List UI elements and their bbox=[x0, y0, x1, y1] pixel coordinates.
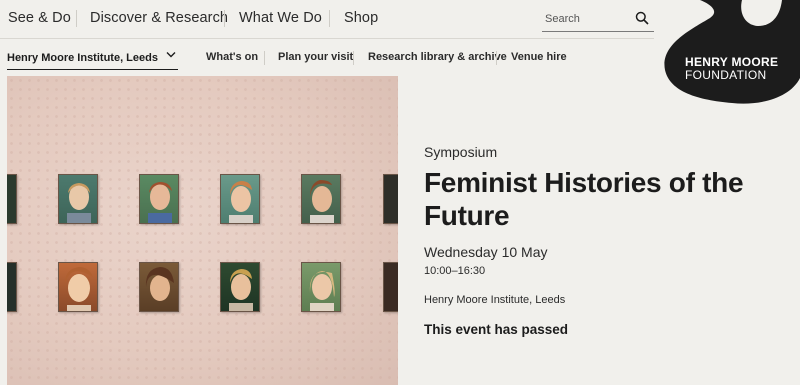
nav-divider bbox=[76, 10, 77, 27]
venue-navigation: Henry Moore Institute, Leeds What's on P… bbox=[0, 42, 640, 72]
nav-discover-research[interactable]: Discover & Research bbox=[90, 10, 228, 26]
nav-divider bbox=[329, 10, 330, 27]
portrait-painting bbox=[301, 174, 341, 224]
wallpaper-pattern bbox=[7, 76, 398, 385]
portrait-painting bbox=[58, 174, 98, 224]
portrait-painting bbox=[220, 262, 260, 312]
subnav-venue-hire[interactable]: Venue hire bbox=[511, 51, 567, 63]
portrait-painting bbox=[139, 262, 179, 312]
subnav-divider bbox=[496, 51, 497, 65]
logo-text-line1: HENRY MOORE bbox=[685, 55, 779, 69]
portrait-painting bbox=[7, 174, 17, 224]
logo-text-line2: FOUNDATION bbox=[685, 68, 767, 82]
hero-image bbox=[7, 76, 398, 385]
nav-what-we-do[interactable]: What We Do bbox=[239, 10, 322, 26]
nav-shop[interactable]: Shop bbox=[344, 10, 378, 26]
henry-moore-foundation-logo[interactable]: HENRY MOORE FOUNDATION bbox=[640, 0, 800, 110]
portrait-painting bbox=[139, 174, 179, 224]
portrait-painting bbox=[383, 262, 398, 312]
portrait-painting bbox=[7, 262, 17, 312]
subnav-plan-your-visit[interactable]: Plan your visit bbox=[278, 51, 353, 63]
subnav-whats-on[interactable]: What's on bbox=[206, 51, 258, 63]
portrait-painting bbox=[301, 262, 341, 312]
portrait-painting bbox=[220, 174, 260, 224]
event-date: Wednesday 10 May bbox=[424, 244, 548, 260]
subnav-research-library[interactable]: Research library & archive bbox=[368, 51, 507, 63]
event-type: Symposium bbox=[424, 144, 498, 160]
portrait-painting bbox=[383, 174, 398, 224]
venue-selector-label: Henry Moore Institute, Leeds bbox=[7, 52, 158, 64]
venue-selector[interactable]: Henry Moore Institute, Leeds bbox=[7, 48, 178, 70]
subnav-divider bbox=[353, 51, 354, 65]
search-input[interactable] bbox=[542, 8, 628, 30]
portrait-painting bbox=[58, 262, 98, 312]
event-status: This event has passed bbox=[424, 322, 569, 337]
nav-divider bbox=[224, 10, 225, 27]
header-divider bbox=[0, 38, 654, 39]
event-time: 10:00–16:30 bbox=[424, 265, 486, 277]
nav-see-and-do[interactable]: See & Do bbox=[8, 10, 71, 26]
event-title: Feminist Histories of the Future bbox=[424, 167, 744, 231]
event-location: Henry Moore Institute, Leeds bbox=[424, 294, 566, 306]
subnav-divider bbox=[264, 51, 265, 65]
search-box bbox=[542, 8, 654, 32]
chevron-down-icon bbox=[166, 50, 176, 62]
